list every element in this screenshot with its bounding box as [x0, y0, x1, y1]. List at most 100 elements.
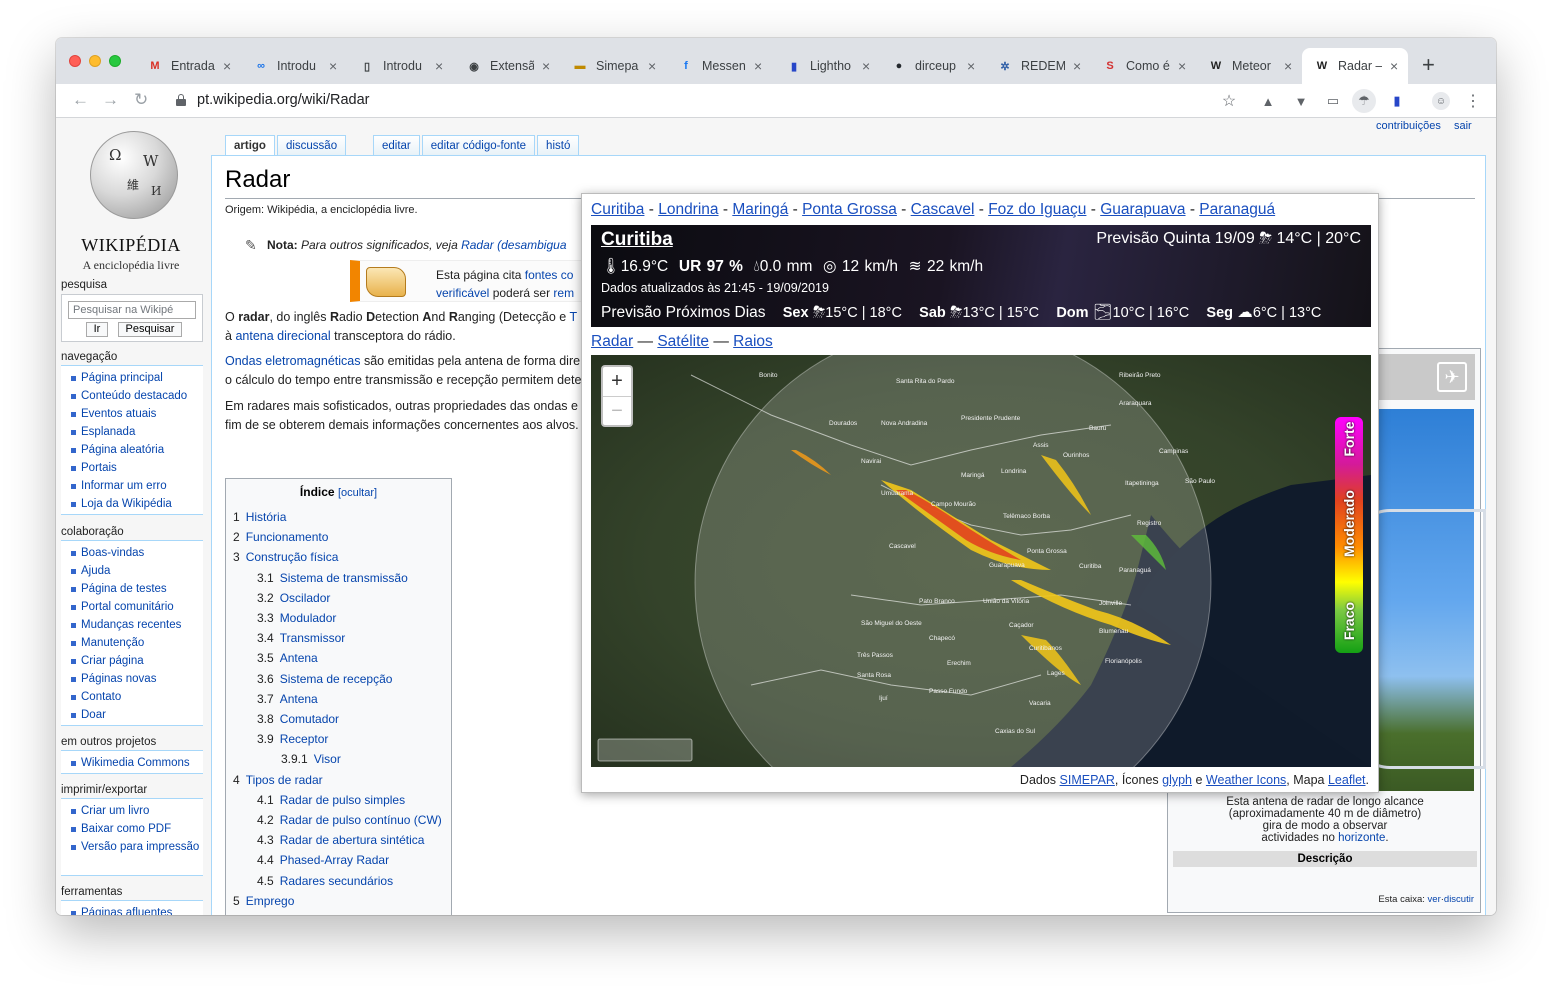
antena-direcional-link[interactable]: antena direcional: [235, 329, 330, 343]
city-link[interactable]: Curitiba: [591, 201, 644, 218]
sidebar-nav-link[interactable]: Loja da Wikipédia: [81, 498, 172, 510]
toc-link[interactable]: Radar de pulso simples: [280, 793, 405, 807]
simepar-link[interactable]: SIMEPAR: [1060, 773, 1115, 787]
address-bar[interactable]: pt.wikipedia.org/wiki/Radar: [197, 92, 369, 108]
sidebar-nav-link[interactable]: Esplanada: [81, 426, 135, 438]
tab-close-icon[interactable]: ×: [1284, 58, 1292, 74]
city-link[interactable]: Paranaguá: [1199, 201, 1275, 218]
toc-link[interactable]: Radar de abertura sintética: [280, 833, 425, 847]
browser-tab[interactable]: f Messen ×: [666, 48, 772, 84]
minimize-window-button[interactable]: [89, 55, 101, 67]
sidebar-nav-link[interactable]: Página principal: [81, 372, 163, 384]
zoom-out-button[interactable]: −: [603, 396, 631, 425]
browser-tab[interactable]: ▮ Lightho ×: [774, 48, 880, 84]
browser-tab[interactable]: ◉ Extensã ×: [454, 48, 560, 84]
tab-close-icon[interactable]: ×: [967, 58, 975, 74]
forward-button[interactable]: →: [102, 90, 119, 110]
tab-close-icon[interactable]: ×: [754, 58, 762, 74]
sidebar-nav-link[interactable]: Página aleatória: [81, 444, 164, 456]
extension-icon[interactable]: ▭: [1324, 92, 1342, 110]
back-button[interactable]: ←: [72, 90, 89, 110]
tab-editar-codigo-fonte[interactable]: editar código-fonte: [421, 135, 536, 155]
city-name-link[interactable]: Curitiba: [601, 229, 673, 251]
toc-link[interactable]: Radares secundários: [280, 874, 393, 888]
browser-tab[interactable]: M Entrada ×: [135, 48, 241, 84]
horizonte-link[interactable]: horizonte: [1338, 832, 1385, 844]
reload-button[interactable]: ↻: [134, 90, 148, 110]
toc-link[interactable]: Tipos de radar: [246, 773, 323, 787]
lighthouse-extension-icon[interactable]: ▮: [1388, 92, 1406, 110]
umbrella-extension-icon[interactable]: ☂: [1352, 89, 1376, 113]
paragraph-link[interactable]: T: [570, 310, 578, 324]
search-input[interactable]: Pesquisar na Wikipé: [68, 301, 196, 319]
map-layer-link[interactable]: Satélite: [657, 333, 709, 350]
sidebar-print-link[interactable]: Versão para impressão: [81, 841, 199, 853]
toc-link[interactable]: Oscilador: [280, 591, 331, 605]
sources-link[interactable]: fontes co: [525, 268, 574, 282]
sidebar-collab-link[interactable]: Manutenção: [81, 637, 144, 649]
toc-link[interactable]: Funcionamento: [246, 530, 329, 544]
map-layer-link[interactable]: Raios: [733, 333, 773, 350]
profile-avatar[interactable]: ☺: [1432, 92, 1450, 110]
tab-artigo[interactable]: artigo: [225, 135, 275, 155]
toc-link[interactable]: Comutador: [280, 712, 339, 726]
contributions-link[interactable]: contribuições: [1376, 120, 1441, 132]
toc-link[interactable]: Emprego: [246, 894, 295, 908]
discutir-link[interactable]: discutir: [1444, 894, 1474, 905]
browser-tab[interactable]: W Meteor ×: [1196, 48, 1302, 84]
toc-link[interactable]: Radar de pulso contínuo (CW): [280, 813, 442, 827]
browser-tab[interactable]: ✲ REDEM ×: [985, 48, 1091, 84]
city-link[interactable]: Londrina: [658, 201, 718, 218]
browser-tab[interactable]: ● dirceup ×: [879, 48, 985, 84]
bookmark-star-icon[interactable]: ☆: [1220, 92, 1238, 110]
drive-extension-icon[interactable]: ▲: [1259, 92, 1277, 110]
toc-link[interactable]: Sistema de recepção: [280, 672, 393, 686]
tab-close-icon[interactable]: ×: [1073, 58, 1081, 74]
toc-link[interactable]: Construção física: [246, 550, 339, 564]
city-link[interactable]: Maringá: [732, 201, 788, 218]
weather-icons-link[interactable]: Weather Icons: [1206, 773, 1286, 787]
toc-link[interactable]: História: [246, 510, 287, 524]
maximize-window-button[interactable]: [109, 55, 121, 67]
new-tab-button[interactable]: +: [1422, 52, 1435, 78]
toc-link[interactable]: Receptor: [280, 732, 329, 746]
search-button[interactable]: Pesquisar: [118, 322, 182, 337]
city-link[interactable]: Foz do Iguaçu: [988, 201, 1086, 218]
tab-historico[interactable]: histó: [537, 135, 580, 155]
sidebar-tools-link[interactable]: Páginas afluentes: [81, 907, 172, 915]
leaflet-link[interactable]: Leaflet: [1328, 773, 1366, 787]
sidebar-print-link[interactable]: Baixar como PDF: [81, 823, 171, 835]
toc-link[interactable]: Visor: [314, 752, 341, 766]
sidebar-collab-link[interactable]: Contato: [81, 691, 121, 703]
menu-kebab-icon[interactable]: ⋮: [1464, 92, 1482, 110]
tab-close-icon[interactable]: ×: [1178, 58, 1186, 74]
tab-editar[interactable]: editar: [373, 135, 420, 155]
logout-link[interactable]: sair: [1454, 120, 1472, 132]
sidebar-nav-link[interactable]: Conteúdo destacado: [81, 390, 187, 402]
sidebar-nav-link[interactable]: Informar um erro: [81, 480, 167, 492]
disambiguation-link[interactable]: Radar (desambigua: [461, 238, 566, 252]
zoom-in-button[interactable]: +: [603, 367, 631, 396]
browser-tab[interactable]: W Radar – ×: [1302, 48, 1408, 84]
tab-close-icon[interactable]: ×: [1390, 58, 1398, 74]
ver-link[interactable]: ver: [1428, 894, 1441, 905]
toc-link[interactable]: Marinha: [280, 914, 323, 915]
sidebar-collab-link[interactable]: Portal comunitário: [81, 601, 174, 613]
close-window-button[interactable]: [69, 55, 81, 67]
toc-hide-link[interactable]: [ocultar]: [338, 487, 377, 499]
toc-link[interactable]: Antena: [280, 651, 318, 665]
toc-link[interactable]: Transmissor: [280, 631, 346, 645]
tab-close-icon[interactable]: ×: [648, 58, 656, 74]
sidebar-collab-link[interactable]: Criar página: [81, 655, 144, 667]
toc-link[interactable]: Sistema de transmissão: [280, 571, 408, 585]
tab-close-icon[interactable]: ×: [223, 58, 231, 74]
radar-map[interactable]: Bonito Santa Rita do Pardo Ribeirão Preto A…: [591, 355, 1371, 767]
vue-extension-icon[interactable]: ▼: [1292, 92, 1310, 110]
tab-close-icon[interactable]: ×: [542, 58, 550, 74]
browser-tab[interactable]: ∞ Introdu ×: [241, 48, 347, 84]
toc-link[interactable]: Phased-Array Radar: [280, 853, 389, 867]
sidebar-project-link[interactable]: Wikimedia Commons: [81, 757, 190, 769]
sidebar-collab-link[interactable]: Doar: [81, 709, 106, 721]
tab-discussao[interactable]: discussão: [276, 135, 347, 155]
sidebar-collab-link[interactable]: Boas-vindas: [81, 547, 144, 559]
